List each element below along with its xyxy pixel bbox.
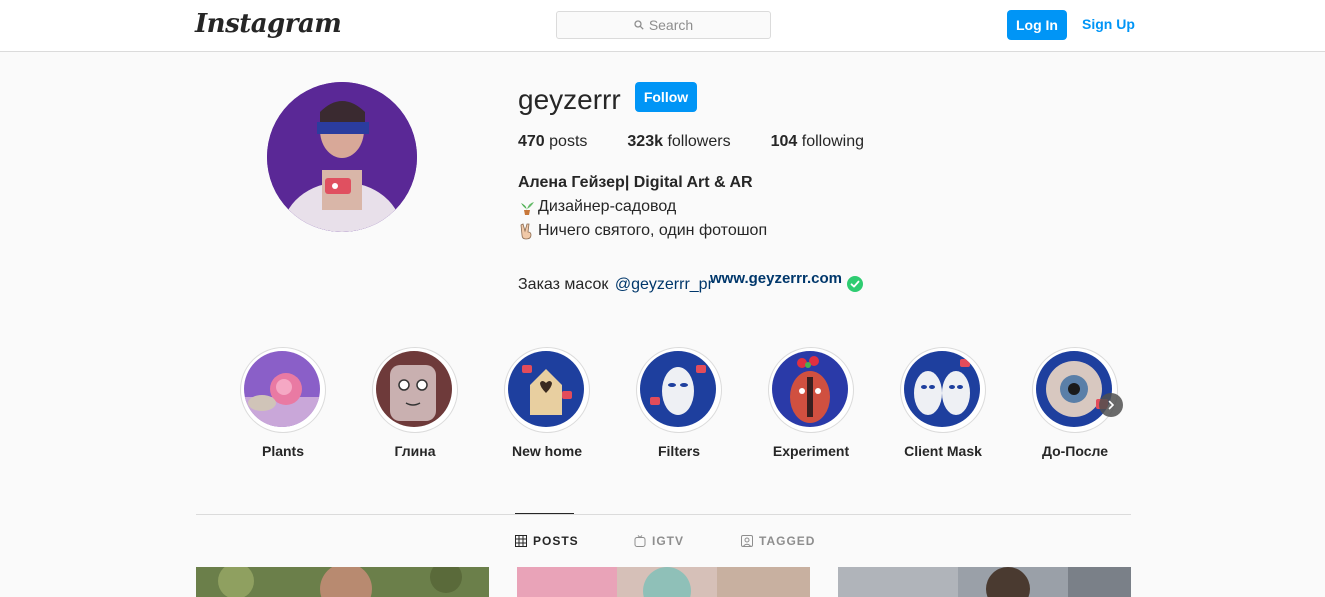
- bio-line-2: Ничего святого, один фотошоп: [518, 222, 767, 240]
- verified-check-icon: [847, 276, 863, 292]
- posts-count: 470: [518, 133, 545, 150]
- bio-line-3-text: Заказ масок: [518, 276, 613, 293]
- highlight-label: New home: [511, 443, 582, 459]
- highlight-label: Client Mask: [904, 443, 982, 459]
- highlight-new-home[interactable]: New home: [503, 346, 591, 466]
- search-input[interactable]: Search: [556, 11, 771, 39]
- face-icon: [772, 351, 848, 427]
- follow-button[interactable]: Follow: [635, 82, 697, 112]
- post-thumbnail[interactable]: [196, 567, 489, 597]
- following-stat[interactable]: 104 following: [771, 133, 864, 151]
- igtv-icon: [634, 535, 646, 547]
- following-label: following: [801, 133, 865, 150]
- highlight-clay[interactable]: Глина: [371, 346, 459, 466]
- highlight-label: Experiment: [772, 443, 850, 459]
- highlight-label: До-После: [1041, 443, 1109, 459]
- post-thumbnail[interactable]: [838, 567, 1131, 597]
- tab-igtv[interactable]: IGTV: [634, 534, 684, 548]
- bio-line-2-text: Ничего святого, один фотошоп: [538, 222, 768, 239]
- profile-stats: 470 posts 323k followers 104 following: [518, 133, 904, 151]
- profile-avatar[interactable]: [267, 82, 417, 232]
- active-tab-indicator: [515, 513, 574, 514]
- search-icon: [634, 20, 644, 30]
- highlight-experiment[interactable]: Experiment: [767, 346, 855, 466]
- highlight-plants[interactable]: Plants: [239, 346, 327, 466]
- tagged-icon: [741, 535, 753, 547]
- chevron-right-icon: [1108, 400, 1115, 410]
- highlight-client-mask[interactable]: Client Mask: [899, 346, 987, 466]
- posts-label: posts: [549, 133, 588, 150]
- tab-tagged-label: TAGGED: [759, 534, 816, 548]
- eye-icon: [1036, 351, 1112, 427]
- instagram-logo[interactable]: Instagram: [195, 9, 342, 39]
- tab-igtv-label: IGTV: [652, 534, 685, 548]
- highlights-next-button[interactable]: [1099, 393, 1123, 417]
- followers-stat[interactable]: 323k followers: [627, 133, 730, 151]
- highlight-label: Plants: [261, 443, 304, 459]
- tab-posts-label: POSTS: [533, 534, 579, 548]
- tab-tagged[interactable]: TAGGED: [741, 534, 815, 548]
- masks-icon: [904, 351, 980, 427]
- following-count: 104: [770, 133, 798, 150]
- bio-full-name: Алена Гейзер| Digital Art & AR: [518, 174, 753, 191]
- website-link[interactable]: www.geyzerrr.com: [710, 270, 842, 287]
- bio-line-1: Дизайнер-садовод: [518, 198, 676, 216]
- birdhouse-icon: [508, 351, 584, 427]
- victory-hand-icon: [520, 223, 532, 240]
- tab-posts[interactable]: POSTS: [515, 534, 579, 548]
- grid-icon: [515, 535, 527, 547]
- rose-icon: [244, 351, 320, 427]
- post-thumbnail[interactable]: [517, 567, 810, 597]
- login-button[interactable]: Log In: [1007, 10, 1067, 40]
- signup-link[interactable]: Sign Up: [1082, 16, 1135, 32]
- followers-label: followers: [667, 133, 731, 150]
- mask-icon: [640, 351, 716, 427]
- bio-line-1-text: Дизайнер-садовод: [538, 198, 677, 215]
- followers-count: 323k: [627, 133, 663, 150]
- search-placeholder: Search: [648, 17, 694, 33]
- sprout-icon: [521, 202, 534, 215]
- profile-username: geyzerrr: [518, 84, 621, 115]
- posts-stat: 470 posts: [518, 133, 587, 151]
- top-nav: Instagram Search Log In Sign Up: [0, 0, 1325, 52]
- bio-mention-link[interactable]: @geyzerrr_pr: [615, 276, 713, 294]
- clay-face-icon: [376, 351, 452, 427]
- highlight-label: Filters: [657, 443, 700, 459]
- highlight-filters[interactable]: Filters: [635, 346, 723, 466]
- tabs-divider: [196, 514, 1131, 515]
- bio-line-3: Заказ масок @geyzerrr_pr: [518, 276, 713, 294]
- highlight-label: Глина: [394, 443, 436, 459]
